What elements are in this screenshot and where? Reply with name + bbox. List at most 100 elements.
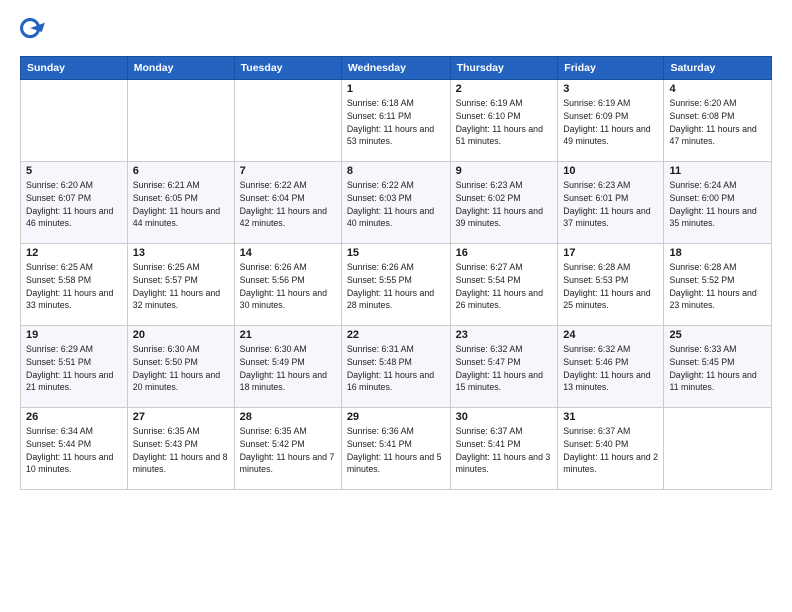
day-info: Sunrise: 6:33 AM Sunset: 5:45 PM Dayligh… [669,343,766,394]
calendar-week-5: 26 Sunrise: 6:34 AM Sunset: 5:44 PM Dayli… [21,408,772,490]
calendar-cell: 29 Sunrise: 6:36 AM Sunset: 5:41 PM Dayli… [341,408,450,490]
day-number: 28 [240,411,336,423]
calendar-cell: 1 Sunrise: 6:18 AM Sunset: 6:11 PM Daylig… [341,80,450,162]
day-header-monday: Monday [127,57,234,80]
day-info: Sunrise: 6:32 AM Sunset: 5:47 PM Dayligh… [456,343,553,394]
calendar-cell: 10 Sunrise: 6:23 AM Sunset: 6:01 PM Dayli… [558,162,664,244]
day-number: 17 [563,247,658,259]
day-number: 29 [347,411,445,423]
day-number: 4 [669,83,766,95]
day-info: Sunrise: 6:23 AM Sunset: 6:01 PM Dayligh… [563,179,658,230]
calendar-cell: 14 Sunrise: 6:26 AM Sunset: 5:56 PM Dayli… [234,244,341,326]
day-info: Sunrise: 6:19 AM Sunset: 6:10 PM Dayligh… [456,97,553,148]
day-info: Sunrise: 6:29 AM Sunset: 5:51 PM Dayligh… [26,343,122,394]
day-info: Sunrise: 6:25 AM Sunset: 5:58 PM Dayligh… [26,261,122,312]
calendar-cell: 18Sunrise: 6:28 AM Sunset: 5:52 PM Dayli… [664,244,772,326]
day-info: Sunrise: 6:18 AM Sunset: 6:11 PM Dayligh… [347,97,445,148]
day-number: 14 [240,247,336,259]
day-header-tuesday: Tuesday [234,57,341,80]
calendar-cell: 6 Sunrise: 6:21 AM Sunset: 6:05 PM Daylig… [127,162,234,244]
header [20,18,772,46]
day-info: Sunrise: 6:28 AM Sunset: 5:53 PM Dayligh… [563,261,658,312]
calendar-cell: 15 Sunrise: 6:26 AM Sunset: 5:55 PM Dayli… [341,244,450,326]
calendar-cell [127,80,234,162]
calendar-cell: 13Sunrise: 6:25 AM Sunset: 5:57 PM Dayli… [127,244,234,326]
day-info: Sunrise: 6:20 AM Sunset: 6:08 PM Dayligh… [669,97,766,148]
day-number: 5 [26,165,122,177]
calendar-cell [234,80,341,162]
day-info: Sunrise: 6:22 AM Sunset: 6:03 PM Dayligh… [347,179,445,230]
calendar-cell [21,80,128,162]
day-info: Sunrise: 6:26 AM Sunset: 5:55 PM Dayligh… [347,261,445,312]
calendar-cell: 21 Sunrise: 6:30 AM Sunset: 5:49 PM Dayli… [234,326,341,408]
day-info: Sunrise: 6:21 AM Sunset: 6:05 PM Dayligh… [133,179,229,230]
day-info: Sunrise: 6:23 AM Sunset: 6:02 PM Dayligh… [456,179,553,230]
logo [20,18,54,46]
day-number: 10 [563,165,658,177]
day-number: 1 [347,83,445,95]
day-number: 15 [347,247,445,259]
calendar-cell: 17 Sunrise: 6:28 AM Sunset: 5:53 PM Dayli… [558,244,664,326]
calendar-cell [664,408,772,490]
calendar-cell: 25 Sunrise: 6:33 AM Sunset: 5:45 PM Dayli… [664,326,772,408]
day-info: Sunrise: 6:35 AM Sunset: 5:43 PM Dayligh… [133,425,229,476]
day-info: Sunrise: 6:37 AM Sunset: 5:41 PM Dayligh… [456,425,553,476]
day-info: Sunrise: 6:28 AM Sunset: 5:52 PM Dayligh… [669,261,766,312]
calendar-cell: 2 Sunrise: 6:19 AM Sunset: 6:10 PM Daylig… [450,80,558,162]
day-header-saturday: Saturday [664,57,772,80]
day-number: 30 [456,411,553,423]
day-info: Sunrise: 6:24 AM Sunset: 6:00 PM Dayligh… [669,179,766,230]
day-number: 16 [456,247,553,259]
day-number: 20 [133,329,229,341]
calendar-cell: 3 Sunrise: 6:19 AM Sunset: 6:09 PM Daylig… [558,80,664,162]
calendar-cell: 12 Sunrise: 6:25 AM Sunset: 5:58 PM Dayli… [21,244,128,326]
day-number: 21 [240,329,336,341]
calendar-cell: 4 Sunrise: 6:20 AM Sunset: 6:08 PM Daylig… [664,80,772,162]
day-info: Sunrise: 6:30 AM Sunset: 5:50 PM Dayligh… [133,343,229,394]
day-info: Sunrise: 6:37 AM Sunset: 5:40 PM Dayligh… [563,425,658,476]
calendar-week-1: 1 Sunrise: 6:18 AM Sunset: 6:11 PM Daylig… [21,80,772,162]
calendar-cell: 28Sunrise: 6:35 AM Sunset: 5:42 PM Dayli… [234,408,341,490]
day-info: Sunrise: 6:32 AM Sunset: 5:46 PM Dayligh… [563,343,658,394]
day-number: 2 [456,83,553,95]
day-number: 7 [240,165,336,177]
day-info: Sunrise: 6:30 AM Sunset: 5:49 PM Dayligh… [240,343,336,394]
day-number: 11 [669,165,766,177]
day-number: 8 [347,165,445,177]
calendar-header: SundayMondayTuesdayWednesdayThursdayFrid… [21,57,772,80]
day-number: 19 [26,329,122,341]
calendar-cell: 16 Sunrise: 6:27 AM Sunset: 5:54 PM Dayli… [450,244,558,326]
day-number: 3 [563,83,658,95]
day-info: Sunrise: 6:19 AM Sunset: 6:09 PM Dayligh… [563,97,658,148]
calendar-week-4: 19 Sunrise: 6:29 AM Sunset: 5:51 PM Dayli… [21,326,772,408]
calendar-cell: 19 Sunrise: 6:29 AM Sunset: 5:51 PM Dayli… [21,326,128,408]
calendar-cell: 20 Sunrise: 6:30 AM Sunset: 5:50 PM Dayli… [127,326,234,408]
day-number: 22 [347,329,445,341]
day-number: 24 [563,329,658,341]
day-info: Sunrise: 6:27 AM Sunset: 5:54 PM Dayligh… [456,261,553,312]
calendar-cell: 26 Sunrise: 6:34 AM Sunset: 5:44 PM Dayli… [21,408,128,490]
day-info: Sunrise: 6:36 AM Sunset: 5:41 PM Dayligh… [347,425,445,476]
day-info: Sunrise: 6:34 AM Sunset: 5:44 PM Dayligh… [26,425,122,476]
day-number: 6 [133,165,229,177]
page: SundayMondayTuesdayWednesdayThursdayFrid… [0,0,792,612]
day-info: Sunrise: 6:26 AM Sunset: 5:56 PM Dayligh… [240,261,336,312]
day-number: 13 [133,247,229,259]
calendar-cell: 9Sunrise: 6:23 AM Sunset: 6:02 PM Daylig… [450,162,558,244]
calendar-table: SundayMondayTuesdayWednesdayThursdayFrid… [20,56,772,490]
calendar-cell: 31 Sunrise: 6:37 AM Sunset: 5:40 PM Dayli… [558,408,664,490]
calendar-cell: 27 Sunrise: 6:35 AM Sunset: 5:43 PM Dayli… [127,408,234,490]
calendar-cell: 22Sunrise: 6:31 AM Sunset: 5:48 PM Dayli… [341,326,450,408]
calendar-cell: 23 Sunrise: 6:32 AM Sunset: 5:47 PM Dayli… [450,326,558,408]
day-number: 31 [563,411,658,423]
day-header-wednesday: Wednesday [341,57,450,80]
day-number: 12 [26,247,122,259]
day-number: 23 [456,329,553,341]
day-number: 26 [26,411,122,423]
day-number: 25 [669,329,766,341]
day-info: Sunrise: 6:22 AM Sunset: 6:04 PM Dayligh… [240,179,336,230]
calendar-week-3: 12 Sunrise: 6:25 AM Sunset: 5:58 PM Dayli… [21,244,772,326]
day-number: 27 [133,411,229,423]
day-header-friday: Friday [558,57,664,80]
header-row: SundayMondayTuesdayWednesdayThursdayFrid… [21,57,772,80]
